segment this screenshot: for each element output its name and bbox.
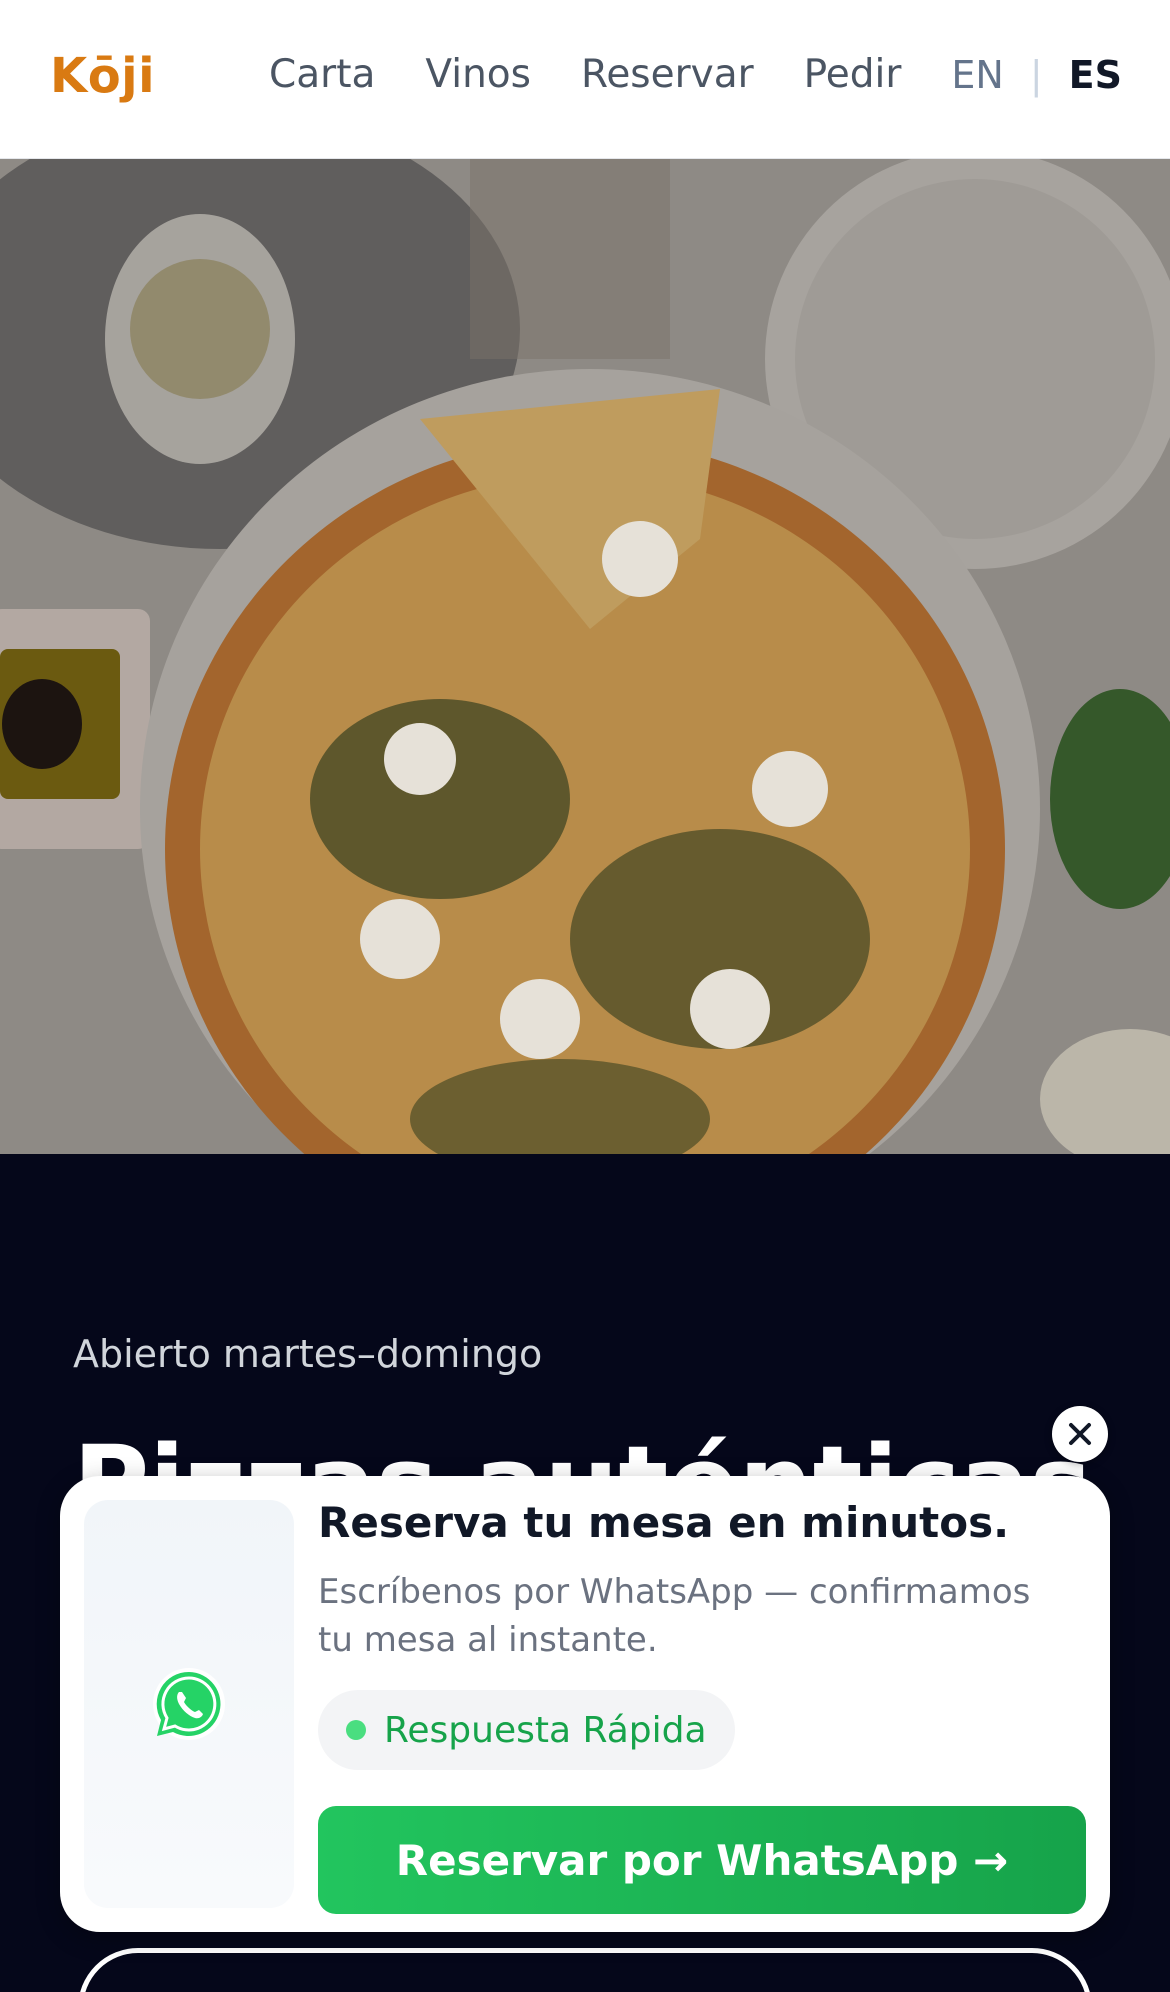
- whatsapp-reserve-label: Reservar por WhatsApp →: [395, 1835, 1009, 1885]
- hero-image: [0, 159, 1170, 1154]
- nav-reservar[interactable]: Reservar: [581, 52, 754, 97]
- popup-title: Reserva tu mesa en minutos.: [318, 1498, 1010, 1547]
- nav-carta[interactable]: Carta: [269, 52, 375, 97]
- status-badge-label: Respuesta Rápida: [384, 1709, 707, 1751]
- popup-media: [84, 1500, 294, 1908]
- close-popup-button[interactable]: [1052, 1406, 1108, 1462]
- brand-logo[interactable]: Kōji: [50, 48, 155, 104]
- pizza-photo: [0, 159, 1170, 1154]
- lang-es[interactable]: ES: [1069, 53, 1122, 97]
- opening-hours: Abierto martes–domingo: [73, 1332, 543, 1376]
- close-icon: [1069, 1423, 1091, 1445]
- main-nav: Carta Vinos Reservar Pedir EN | ES: [219, 52, 1122, 97]
- lang-en[interactable]: EN: [951, 53, 1003, 97]
- lang-separator: |: [1029, 52, 1043, 97]
- nav-pedir[interactable]: Pedir: [804, 52, 902, 97]
- status-dot-icon: [346, 1720, 366, 1740]
- popup-subtitle: Escríbenos por WhatsApp — confirmamos tu…: [318, 1572, 1031, 1660]
- secondary-button[interactable]: [78, 1948, 1092, 1992]
- whatsapp-reserve-button[interactable]: Reservar por WhatsApp →: [318, 1806, 1086, 1914]
- nav-vinos[interactable]: Vinos: [425, 52, 531, 97]
- site-header: Kōji Carta Vinos Reservar Pedir EN | ES: [0, 0, 1170, 159]
- status-badge: Respuesta Rápida: [318, 1690, 735, 1770]
- whatsapp-icon: [153, 1668, 225, 1740]
